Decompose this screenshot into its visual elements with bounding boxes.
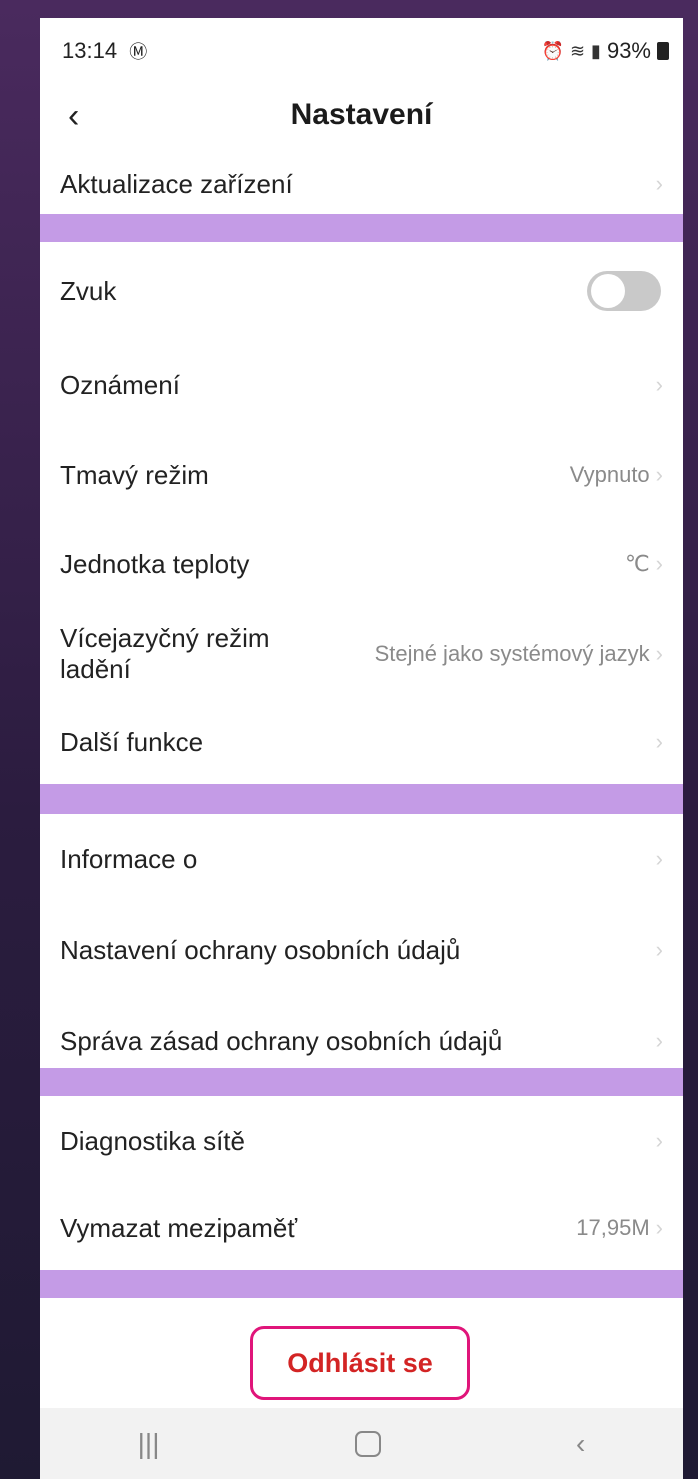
signal-icon: ▮: [591, 40, 601, 61]
phone-screen: 13:14 Ⓜ ⏰ ≋ ▮ 93% ‹ Nastavení Aktualizac…: [40, 18, 683, 1479]
alarm-icon: ⏰: [541, 40, 564, 61]
row-label: Oznámení: [60, 369, 180, 400]
chevron-right-icon: ›: [655, 171, 663, 196]
battery-text: 93%: [606, 38, 651, 63]
chevron-right-icon: ›: [655, 729, 663, 754]
status-time: 13:14 Ⓜ: [62, 38, 147, 64]
row-label: Vícejazyčný režim ladění: [40, 623, 270, 685]
chevron-right-icon: ›: [655, 1128, 663, 1153]
settings-row-more-functions[interactable]: Další funkce ›: [40, 700, 683, 784]
chevron-right-icon: ›: [655, 641, 663, 666]
chevron-right-icon: ›: [655, 1215, 663, 1240]
toggle-knob: [591, 274, 625, 308]
settings-row-sound[interactable]: Zvuk: [40, 242, 683, 340]
settings-row-device-update[interactable]: Aktualizace zařízení ›: [40, 154, 683, 214]
chevron-right-icon: ›: [655, 372, 663, 397]
row-value: Stejné jako systémový jazyk: [374, 641, 650, 666]
gmail-icon: Ⓜ: [129, 42, 148, 62]
settings-row-network-diagnostics[interactable]: Diagnostika sítě ›: [40, 1096, 683, 1186]
row-label: Vymazat mezipaměť: [60, 1212, 298, 1243]
section-divider: [40, 214, 683, 242]
row-label: Další funkce: [60, 726, 204, 757]
settings-row-dark-mode[interactable]: Tmavý režim Vypnuto ›: [40, 430, 683, 520]
section-divider: [40, 1068, 683, 1096]
page-title: Nastavení: [290, 98, 433, 131]
settings-row-about[interactable]: Informace o ›: [40, 814, 683, 904]
wifi-icon: ≋: [569, 40, 586, 61]
status-bar: 13:14 Ⓜ ⏰ ≋ ▮ 93%: [40, 18, 683, 82]
row-value: Vypnuto: [569, 462, 650, 487]
row-label: Diagnostika sítě: [60, 1125, 245, 1156]
settings-row-temperature-unit[interactable]: Jednotka teploty ℃ ›: [40, 520, 683, 608]
settings-row-multilang[interactable]: Vícejazyčný režim ladění Stejné jako sys…: [40, 608, 683, 700]
settings-row-clear-cache[interactable]: Vymazat mezipaměť 17,95M ›: [40, 1186, 683, 1270]
battery-icon: [657, 42, 669, 60]
row-label: Správa zásad ochrany osobních údajů: [60, 1025, 503, 1056]
chevron-right-icon: ›: [655, 1028, 663, 1053]
header: ‹ Nastavení: [40, 84, 683, 164]
time-text: 13:14: [62, 38, 118, 63]
settings-row-privacy-settings[interactable]: Nastavení ochrany osobních údajů ›: [40, 904, 683, 996]
logout-button[interactable]: Odhlásit se: [250, 1326, 470, 1400]
nav-back-icon[interactable]: ‹: [576, 1428, 585, 1460]
chevron-right-icon: ›: [655, 937, 663, 962]
row-label-line2: ladění: [60, 654, 131, 684]
home-icon[interactable]: [354, 1430, 381, 1457]
chevron-right-icon: ›: [655, 846, 663, 871]
row-label: Tmavý režim: [60, 459, 209, 490]
system-nav-bar: ||| ‹: [40, 1408, 683, 1479]
settings-row-notifications[interactable]: Oznámení ›: [40, 340, 683, 430]
row-label-line1: Vícejazyčný režim: [60, 623, 270, 653]
sound-toggle[interactable]: [587, 271, 661, 311]
chevron-right-icon: ›: [655, 551, 663, 576]
row-label: Jednotka teploty: [60, 548, 250, 579]
row-label: Nastavení ochrany osobních údajů: [60, 934, 461, 965]
row-label: Zvuk: [60, 275, 117, 306]
row-value: ℃: [624, 551, 650, 576]
row-label: Informace o: [60, 843, 198, 874]
row-label: Aktualizace zařízení: [60, 168, 293, 199]
chevron-right-icon: ›: [655, 462, 663, 487]
section-divider: [40, 784, 683, 814]
row-value: 17,95M: [576, 1215, 650, 1240]
status-icons: ⏰ ≋ ▮ 93%: [542, 38, 669, 64]
recent-apps-icon[interactable]: |||: [138, 1428, 160, 1460]
section-divider: [40, 1270, 683, 1298]
